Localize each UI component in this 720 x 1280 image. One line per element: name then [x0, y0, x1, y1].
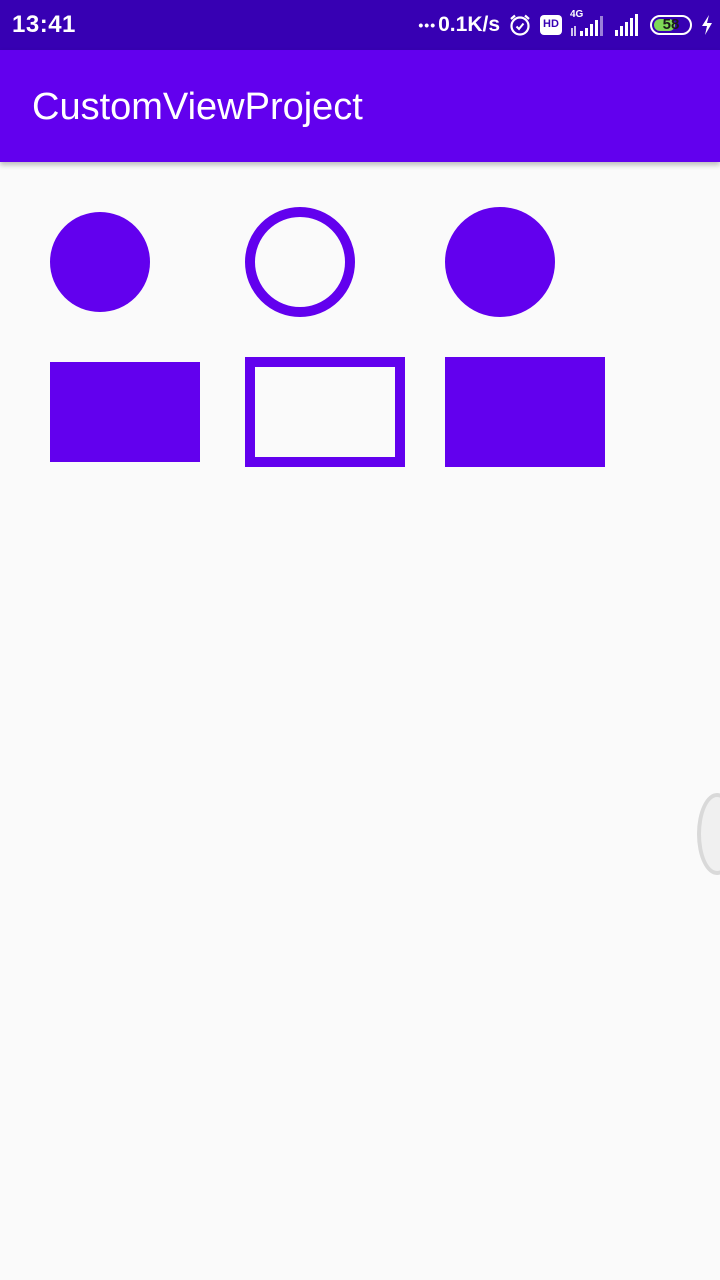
filled-rect-small — [50, 362, 200, 462]
battery-icon: 58 — [650, 15, 692, 35]
status-icons: ••• 0.1K/s HD 4G 58 — [418, 9, 714, 40]
charging-icon — [700, 14, 714, 36]
app-title: CustomViewProject — [32, 86, 363, 128]
filled-circle-small — [50, 212, 150, 312]
alarm-icon — [508, 13, 532, 37]
hd-icon: HD — [540, 15, 562, 35]
hd-label: HD — [543, 18, 559, 30]
outline-rect — [245, 357, 405, 467]
filled-circle-large — [445, 207, 555, 317]
app-toolbar: CustomViewProject — [0, 50, 720, 162]
status-time: 13:41 — [12, 11, 76, 38]
network-speed: 0.1K/s — [438, 13, 500, 36]
signal-4g-icon: 4G — [570, 9, 606, 38]
outline-circle — [245, 207, 355, 317]
more-notifications-icon: ••• — [418, 17, 437, 33]
app-screen: 13:41 ••• 0.1K/s HD 4G 58 CustomViewProj… — [0, 0, 720, 1280]
filled-rect-large — [445, 357, 605, 467]
edge-swipe-handle[interactable] — [697, 793, 720, 875]
battery-level: 58 — [662, 16, 680, 33]
signal-icon — [614, 13, 642, 37]
status-bar: 13:41 ••• 0.1K/s HD 4G 58 — [0, 0, 720, 50]
